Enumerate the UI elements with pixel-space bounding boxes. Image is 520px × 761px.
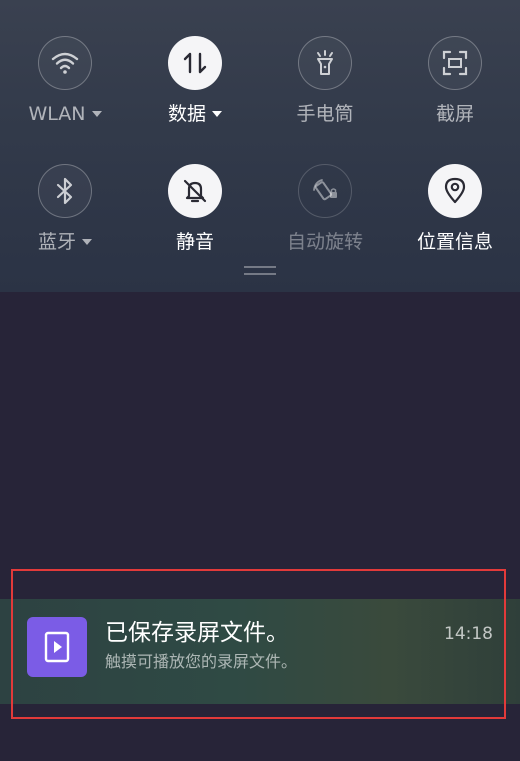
chevron-down-icon[interactable]	[91, 111, 102, 117]
tile-label-text: 数据	[167, 103, 206, 125]
flashlight-toggle[interactable]	[298, 36, 352, 90]
tile-label-text: 位置信息	[416, 231, 493, 253]
tile-label-text: WLAN	[28, 103, 86, 125]
auto-rotate-toggle[interactable]	[298, 164, 352, 218]
tile-location[interactable]: 位置信息	[390, 164, 520, 254]
highlight-box	[11, 569, 506, 719]
wlan-toggle[interactable]	[38, 36, 92, 90]
tile-label-silent: 静音	[176, 230, 214, 254]
bell-mute-icon	[183, 179, 207, 203]
tile-label-data: 数据	[168, 102, 222, 126]
tile-label-auto-rotate: 自动旋转	[287, 230, 363, 254]
tile-bluetooth[interactable]: 蓝牙	[0, 164, 130, 254]
tile-label-text: 截屏	[435, 103, 474, 125]
tile-label-text: 自动旋转	[286, 231, 363, 253]
tile-screenshot[interactable]: 截屏	[390, 36, 520, 126]
chevron-down-icon[interactable]	[212, 111, 222, 117]
tile-label-text: 静音	[175, 231, 214, 253]
screenshot-icon	[442, 50, 468, 76]
location-toggle[interactable]	[428, 164, 482, 218]
tile-label-screenshot: 截屏	[436, 102, 474, 126]
tile-label-bluetooth: 蓝牙	[38, 230, 92, 254]
tile-flashlight[interactable]: 手电筒	[260, 36, 390, 126]
flashlight-icon	[317, 50, 333, 75]
tile-label-text: 手电筒	[296, 103, 354, 125]
tile-wlan[interactable]: WLAN	[0, 36, 130, 126]
mobile-data-icon	[183, 52, 207, 74]
bluetooth-icon	[56, 177, 73, 205]
drag-handle-line-2[interactable]	[244, 273, 276, 275]
tile-auto-rotate[interactable]: 自动旋转	[260, 164, 390, 254]
tile-mobile-data[interactable]: 数据	[130, 36, 260, 126]
chevron-down-icon[interactable]	[82, 239, 92, 245]
tile-label-location: 位置信息	[417, 230, 493, 254]
location-icon	[444, 177, 466, 204]
wifi-icon	[51, 52, 79, 74]
tile-label-text: 蓝牙	[37, 231, 76, 253]
tile-silent[interactable]: 静音	[130, 164, 260, 254]
auto-rotate-icon	[313, 179, 337, 201]
tile-label-wlan: WLAN	[28, 102, 102, 126]
silent-toggle[interactable]	[168, 164, 222, 218]
tile-label-flashlight: 手电筒	[296, 102, 353, 126]
drag-handle-line-1[interactable]	[244, 266, 276, 268]
bluetooth-toggle[interactable]	[38, 164, 92, 218]
screenshot-toggle[interactable]	[428, 36, 482, 90]
mobile-data-toggle[interactable]	[168, 36, 222, 90]
